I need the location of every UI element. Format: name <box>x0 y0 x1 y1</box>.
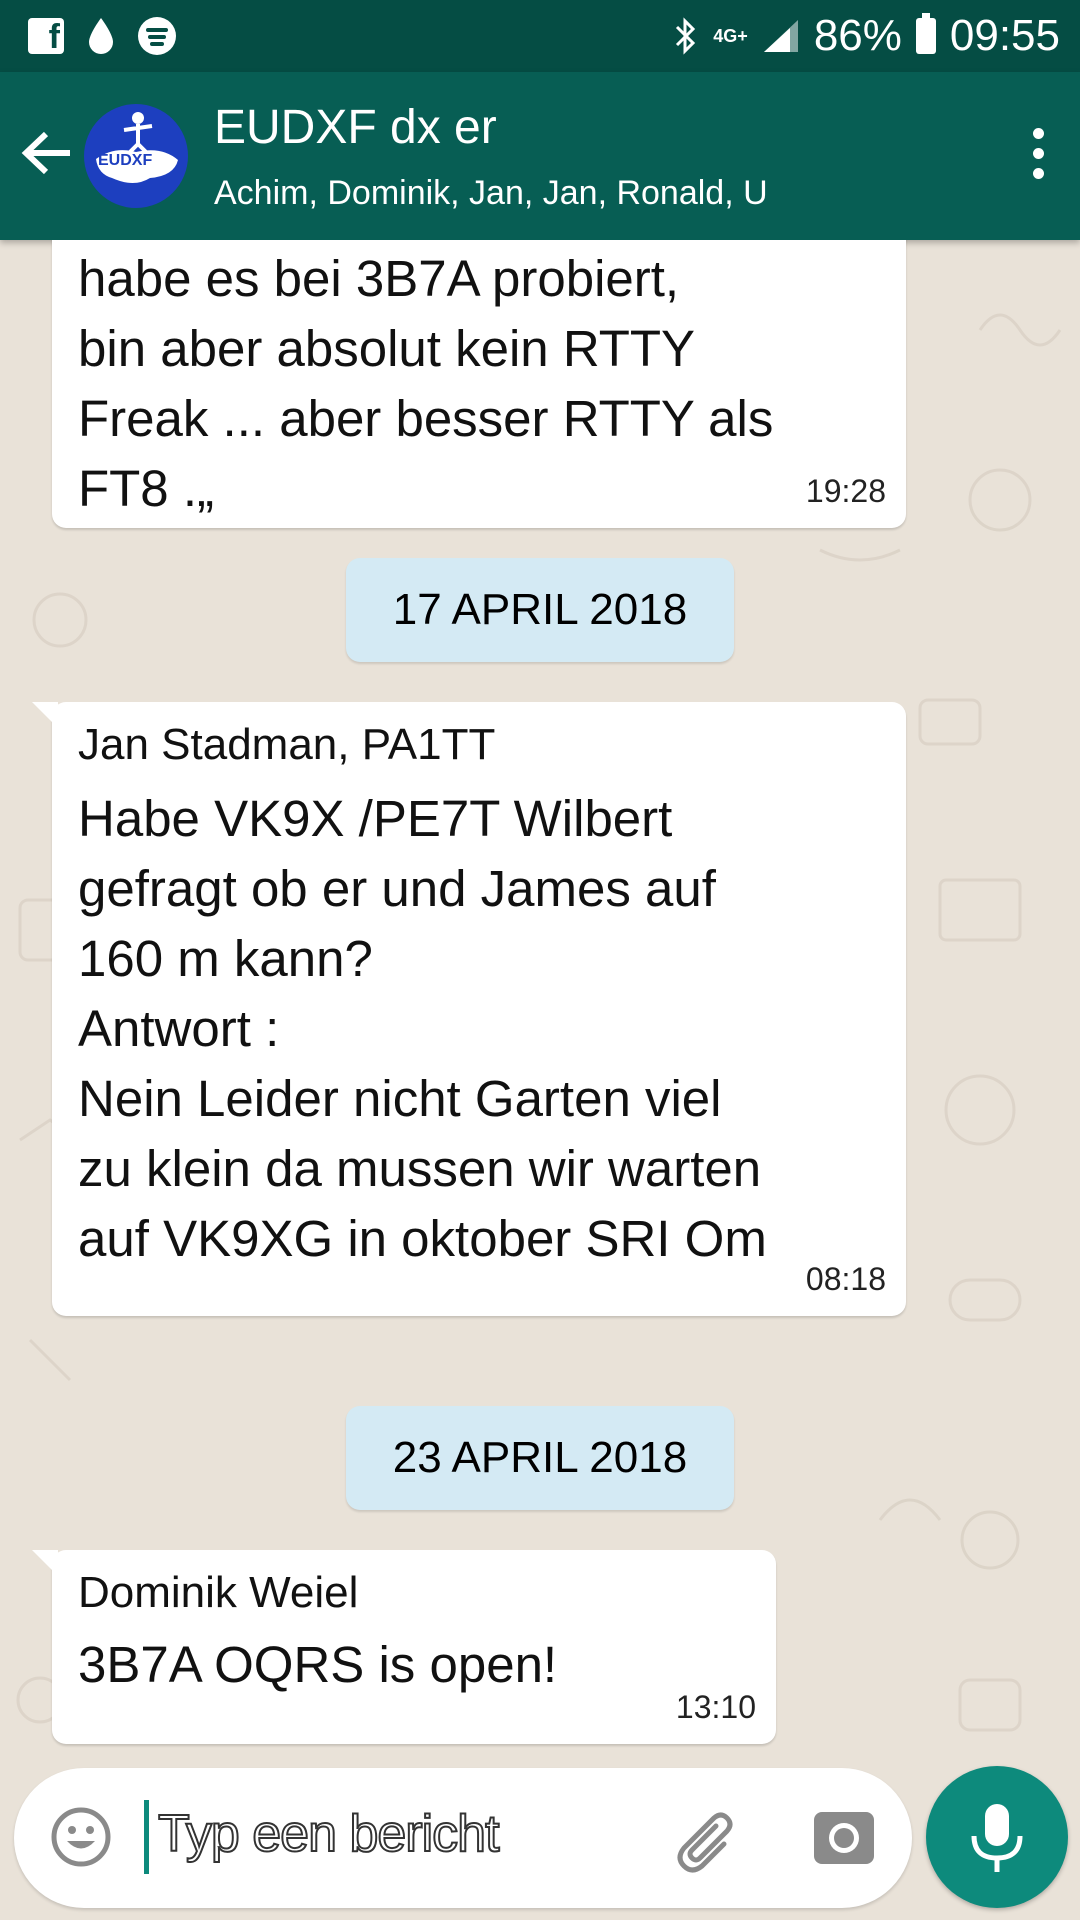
drop-icon <box>86 16 116 56</box>
message-text: 3B7A OQRS is open! <box>78 1636 558 1693</box>
chat-messages[interactable]: habe es bei 3B7A probiert, bin aber abso… <box>0 240 1080 1760</box>
microphone-button[interactable] <box>926 1766 1068 1908</box>
bluetooth-icon <box>673 16 699 56</box>
message-bubble[interactable]: Jan Stadman, PA1TT Habe VK9X /PE7T Wilbe… <box>32 702 906 1316</box>
signal-icon <box>762 18 800 54</box>
microphone-icon <box>971 1804 1023 1872</box>
message-time: 13:10 <box>675 1689 756 1725</box>
text-cursor <box>144 1800 149 1874</box>
back-arrow-icon[interactable] <box>20 118 76 188</box>
message-sender: Jan Stadman, PA1TT <box>78 720 496 769</box>
status-bar: f 4G+ 86% 09:55 <box>0 0 1080 72</box>
emoji-icon[interactable] <box>50 1806 112 1868</box>
spotify-icon <box>138 17 176 55</box>
group-avatar[interactable]: EUDXF <box>84 104 188 208</box>
message-sender: Dominik Weiel <box>78 1568 359 1617</box>
avatar-label: EUDXF <box>98 152 153 169</box>
message-bubble[interactable]: habe es bei 3B7A probiert, bin aber abso… <box>52 240 906 528</box>
battery-icon <box>915 13 936 54</box>
facebook-icon: f <box>28 18 64 54</box>
message-text: Habe VK9X /PE7T Wilbert gefragt ob er un… <box>78 790 767 1267</box>
paperclip-icon[interactable] <box>674 1804 744 1874</box>
chat-participants[interactable]: Achim, Dominik, Jan, Jan, Ronald, U <box>214 174 768 213</box>
chat-header: EUDXF EUDXF dx er Achim, Dominik, Jan, J… <box>0 72 1080 240</box>
message-composer: Typ een bericht <box>14 1768 912 1908</box>
date-separator: 17 APRIL 2018 <box>346 558 734 662</box>
clock: 09:55 <box>949 11 1060 60</box>
message-bubble[interactable]: Dominik Weiel 3B7A OQRS is open! 13:10 <box>32 1550 776 1744</box>
network-type: 4G+ <box>713 26 748 46</box>
date-separator: 23 APRIL 2018 <box>346 1406 734 1510</box>
camera-icon[interactable] <box>812 1806 876 1868</box>
more-options-icon[interactable] <box>1026 128 1050 188</box>
message-time: 19:28 <box>805 473 886 509</box>
chat-title[interactable]: EUDXF dx er <box>214 100 497 155</box>
message-input[interactable]: Typ een bericht <box>157 1804 501 1864</box>
message-text: habe es bei 3B7A probiert, bin aber abso… <box>78 250 774 517</box>
battery-percentage: 86% <box>813 11 902 60</box>
message-time: 08:18 <box>805 1261 886 1297</box>
